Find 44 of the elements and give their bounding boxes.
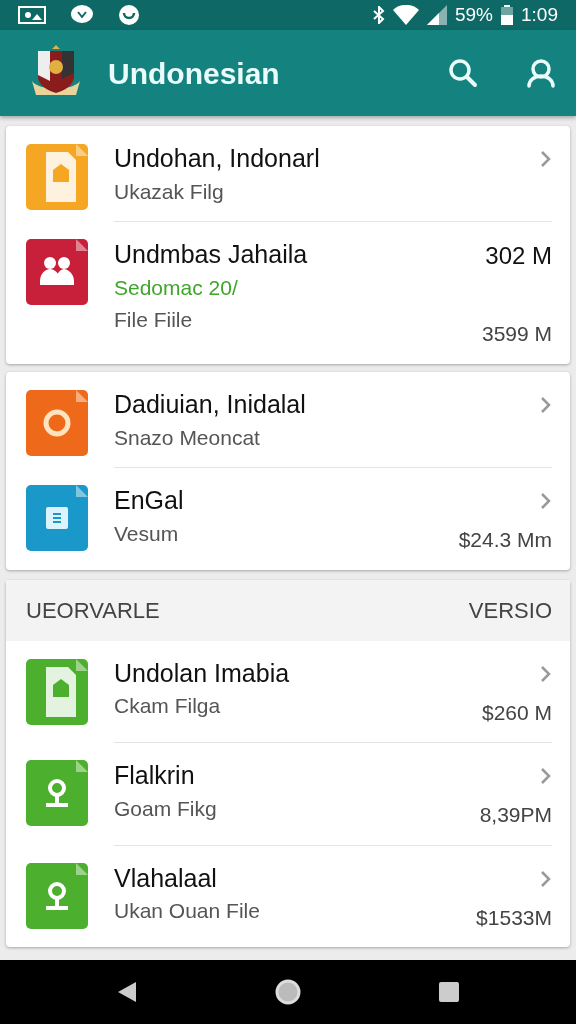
file-title: Dadiuian, Inidalal — [114, 388, 307, 420]
file-title: EnGal — [114, 485, 185, 516]
file-title: Undohan, Indonarl — [114, 143, 321, 174]
file-title: Flalkrin — [114, 760, 196, 791]
file-subtitle: Goam Fikg — [114, 795, 218, 822]
chevron-right-icon[interactable] — [540, 150, 552, 168]
file-subtitle: Ukazak Filg — [114, 178, 225, 205]
image-notification-icon — [18, 6, 46, 24]
file-size: 8,39PM — [479, 802, 552, 828]
chevron-right-icon[interactable] — [540, 395, 552, 414]
file-size: $1533M — [476, 904, 552, 931]
section-header: UEORVARLE — [26, 596, 160, 625]
message-notification-icon — [70, 4, 94, 26]
file-subtitle: File Fiile — [114, 306, 194, 333]
file-size: 302 M — [485, 241, 552, 272]
battery-icon — [501, 5, 513, 25]
recents-icon[interactable] — [438, 981, 460, 1003]
clock-time: 1:09 — [521, 2, 558, 27]
bluetooth-icon — [373, 6, 385, 24]
chevron-right-icon[interactable] — [540, 664, 552, 683]
section-action[interactable]: VERSIO — [468, 593, 552, 627]
file-subtitle: Vesum — [114, 520, 180, 547]
wifi-icon — [393, 5, 419, 25]
chevron-right-icon[interactable] — [540, 869, 552, 888]
cellular-signal-icon — [427, 5, 447, 25]
file-subtitle: Ckam Filga — [114, 693, 222, 720]
chevron-right-icon[interactable] — [540, 492, 552, 510]
home-icon[interactable] — [274, 978, 302, 1006]
file-size: 3599 M — [481, 321, 552, 348]
app-title: Undonesian — [108, 55, 280, 92]
file-size: $260 M — [481, 699, 552, 726]
search-icon[interactable] — [448, 58, 478, 88]
file-subtitle: Sedomac 20/ — [114, 275, 239, 301]
file-title: Undmbas Jahaila — [114, 239, 309, 271]
file-title: Vlahalaal — [114, 862, 218, 894]
chevron-right-icon[interactable] — [540, 767, 552, 785]
file-size: $24.3 Mm — [458, 527, 552, 553]
file-subtitle: Snazo Meoncat — [114, 424, 261, 451]
file-subtitle: Ukan Ouan File — [114, 898, 261, 925]
circle-notification-icon — [118, 4, 140, 26]
file-title: Undolan Imabia — [114, 657, 291, 689]
back-icon[interactable] — [116, 980, 138, 1004]
battery-percentage: 59% — [455, 2, 493, 27]
account-icon[interactable] — [526, 58, 556, 88]
